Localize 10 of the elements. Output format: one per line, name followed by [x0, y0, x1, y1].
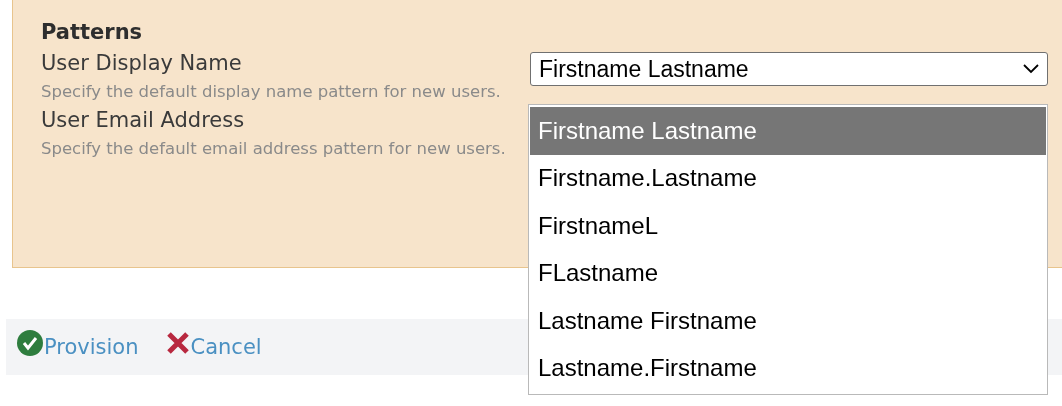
check-icon — [16, 329, 44, 357]
field-label: User Email Address — [41, 107, 246, 134]
dropdown-option[interactable]: Firstname Lastname — [530, 107, 1046, 155]
chevron-down-icon — [1023, 64, 1039, 74]
section-title: Patterns — [41, 20, 144, 44]
field-description: Specify the default email address pattern for new users. — [41, 138, 507, 160]
close-icon — [164, 330, 191, 356]
select-field[interactable]: Firstname Lastname — [530, 52, 1048, 86]
field-label: User Display Name — [41, 50, 243, 77]
field-description: Specify the default display name pattern for new users. — [41, 81, 502, 103]
